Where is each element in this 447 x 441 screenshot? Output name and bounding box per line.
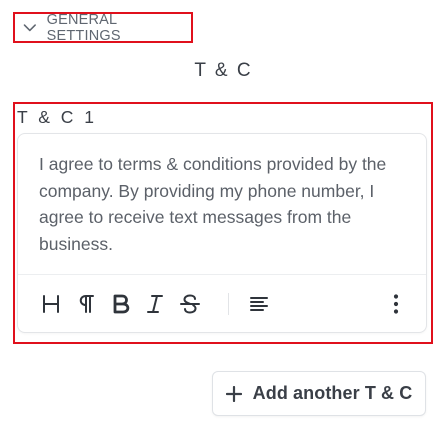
editor-content[interactable]: I agree to terms & conditions provided b… [39, 151, 409, 257]
heading-button[interactable] [40, 289, 62, 319]
paragraph-icon [79, 295, 94, 313]
more-vertical-icon [393, 294, 399, 314]
general-settings-toggle[interactable]: GENERAL SETTINGS [13, 11, 193, 44]
toolbar-separator [228, 293, 229, 315]
strikethrough-button[interactable] [178, 289, 202, 319]
general-settings-label: GENERAL SETTINGS [46, 11, 121, 44]
italic-icon [147, 295, 163, 313]
align-button[interactable] [248, 289, 270, 319]
bold-icon [113, 294, 130, 314]
editor-toolbar [18, 275, 426, 334]
italic-button[interactable] [144, 289, 166, 319]
plus-icon [225, 385, 242, 402]
strikethrough-icon [180, 294, 200, 314]
rich-text-editor[interactable]: I agree to terms & conditions provided b… [17, 133, 427, 333]
bold-button[interactable] [109, 289, 133, 319]
heading-icon [43, 295, 59, 313]
add-another-tc-button[interactable]: Add another T & C [212, 371, 426, 416]
align-left-icon [250, 297, 268, 311]
tc-item-label: T & C 1 [17, 107, 98, 127]
section-title: T & C [194, 60, 253, 81]
paragraph-button[interactable] [75, 289, 97, 319]
chevron-down-icon [23, 23, 36, 31]
add-another-tc-label: Add another T & C [252, 383, 413, 403]
tc-item: T & C 1 I agree to terms & conditions pr… [13, 102, 433, 344]
more-options-button[interactable] [388, 289, 404, 319]
